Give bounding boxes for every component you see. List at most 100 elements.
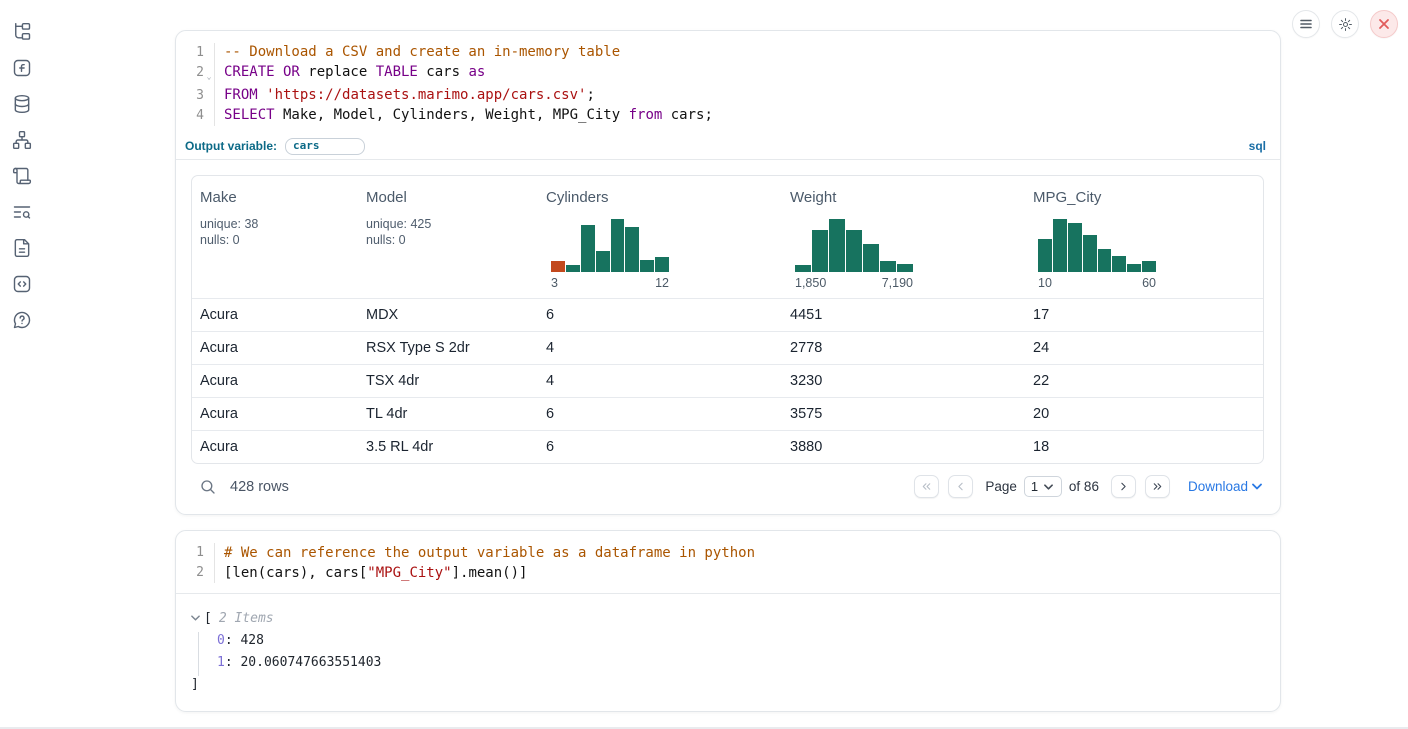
table-row[interactable]: Acura3.5 RL 4dr6388018 [192,430,1263,463]
table-cell: 22 [1025,373,1263,389]
previous-page-icon[interactable] [948,475,973,498]
collapse-chevron-icon[interactable] [191,608,204,630]
table-header: Make unique: 38nulls: 0 Model unique: 425nu… [192,176,1263,298]
code-line[interactable]: 4SELECT Make, Model, Cylinders, Weight, … [176,106,1280,126]
column-stats: unique: 38nulls: 0 [200,216,354,249]
table-cell: 17 [1025,307,1263,323]
histogram-bar [795,265,811,272]
code-line[interactable]: 2⌄CREATE OR replace TABLE cars as [176,63,1280,87]
next-page-icon[interactable] [1111,475,1136,498]
histogram-bar [846,230,862,272]
table-cell: 20 [1025,406,1263,422]
table-header-cell: Model unique: 425nulls: 0 [358,176,538,298]
settings-gear-icon[interactable] [1331,10,1359,38]
code-line[interactable]: 2[len(cars), cars["MPG_City"].mean()] [176,563,1280,583]
histogram-bar [863,244,879,272]
download-label: Download [1188,479,1248,494]
table-row[interactable]: AcuraMDX6445117 [192,298,1263,331]
line-number: 1 [176,543,204,563]
histogram-bar [897,264,913,272]
table-cell: TSX 4dr [358,373,538,389]
tree-entry: 0: 428 [191,630,1280,652]
table-header-cell: Weight1,8507,190 [782,176,1025,298]
close-icon[interactable] [1370,10,1398,38]
column-title[interactable]: Model [366,189,534,206]
table-row[interactable]: AcuraTL 4dr6357520 [192,397,1263,430]
fold-chevron-icon [204,106,214,126]
code-line[interactable]: 3FROM 'https://datasets.marimo.app/cars.… [176,86,1280,106]
table-header-cell: Cylinders 312 [538,176,782,298]
table-header-cell: Make unique: 38nulls: 0 [192,176,358,298]
column-title[interactable]: Cylinders [546,189,778,206]
table-cell: 4 [538,340,782,356]
line-number: 2 [176,63,204,87]
column-title[interactable]: Make [200,189,354,206]
output-variable-input[interactable] [285,138,365,155]
first-page-icon[interactable] [914,475,939,498]
table-cell: RSX Type S 2dr [358,340,538,356]
histogram-bar [1068,223,1082,272]
line-number: 1 [176,43,204,63]
table-cell: Acura [192,439,358,455]
pagination: Page 1 of 86 Download [914,475,1262,498]
page-total-label: of 86 [1069,479,1099,494]
column-title[interactable]: MPG_City [1033,189,1259,206]
data-table: Make unique: 38nulls: 0 Model unique: 425nu… [191,175,1264,464]
column-stats: unique: 425nulls: 0 [366,216,534,249]
table-body: AcuraMDX6445117AcuraRSX Type S 2dr427782… [192,298,1263,463]
log-search-icon[interactable] [12,202,32,222]
histogram-bar [551,261,565,272]
search-icon[interactable] [199,478,217,496]
table-row[interactable]: AcuraRSX Type S 2dr4277824 [192,331,1263,364]
tree-close-bracket: ] [191,674,1280,696]
fold-chevron-icon [204,543,214,563]
dependency-graph-icon[interactable] [12,130,32,150]
scroll-icon[interactable] [12,166,32,186]
file-tree-icon[interactable] [12,22,32,42]
fold-chevron-icon [204,43,214,63]
table-row[interactable]: AcuraTSX 4dr4323022 [192,364,1263,397]
download-button[interactable]: Download [1188,479,1262,494]
help-chat-icon[interactable] [12,310,32,330]
table-cell: 3.5 RL 4dr [358,439,538,455]
histogram-range: 312 [551,276,669,290]
line-number: 2 [176,563,204,583]
histogram-bar [625,227,639,272]
tree-entry: 1: 20.060747663551403 [191,652,1280,674]
page-select[interactable]: 1 [1024,476,1062,497]
table-cell: Acura [192,373,358,389]
table-cell: 6 [538,406,782,422]
table-cell: Acura [192,406,358,422]
table-footer: 428 rows Page 1 of 86 Download [199,470,1262,504]
column-title[interactable]: Weight [790,189,1021,206]
code-line[interactable]: 1-- Download a CSV and create an in-memo… [176,43,1280,63]
table-cell: 6 [538,439,782,455]
last-page-icon[interactable] [1145,475,1170,498]
table-cell: 3880 [782,439,1025,455]
chevron-down-icon [1252,483,1262,490]
database-icon[interactable] [12,94,32,114]
table-cell: 24 [1025,340,1263,356]
table-cell: 2778 [782,340,1025,356]
table-cell: Acura [192,307,358,323]
histogram-bar [1127,264,1141,272]
table-cell: 4451 [782,307,1025,323]
document-icon[interactable] [12,238,32,258]
code-line[interactable]: 1# We can reference the output variable … [176,543,1280,563]
python-code-editor[interactable]: 1# We can reference the output variable … [176,531,1280,594]
column-histogram [795,219,913,272]
function-square-icon[interactable] [12,58,32,78]
histogram-bar [829,219,845,272]
sql-code-editor[interactable]: 1-- Download a CSV and create an in-memo… [176,31,1280,136]
table-cell: Acura [192,340,358,356]
histogram-bar [581,225,595,272]
output-variable-label: Output variable: [185,139,277,153]
histogram-bar [1053,219,1067,272]
table-cell: 3230 [782,373,1025,389]
code-snippet-icon[interactable] [12,274,32,294]
tree-open-bracket: [ [204,608,212,630]
menu-icon[interactable] [1292,10,1320,38]
fold-chevron-icon[interactable]: ⌄ [204,63,214,87]
histogram-bar [596,251,610,272]
table-cell: 4 [538,373,782,389]
